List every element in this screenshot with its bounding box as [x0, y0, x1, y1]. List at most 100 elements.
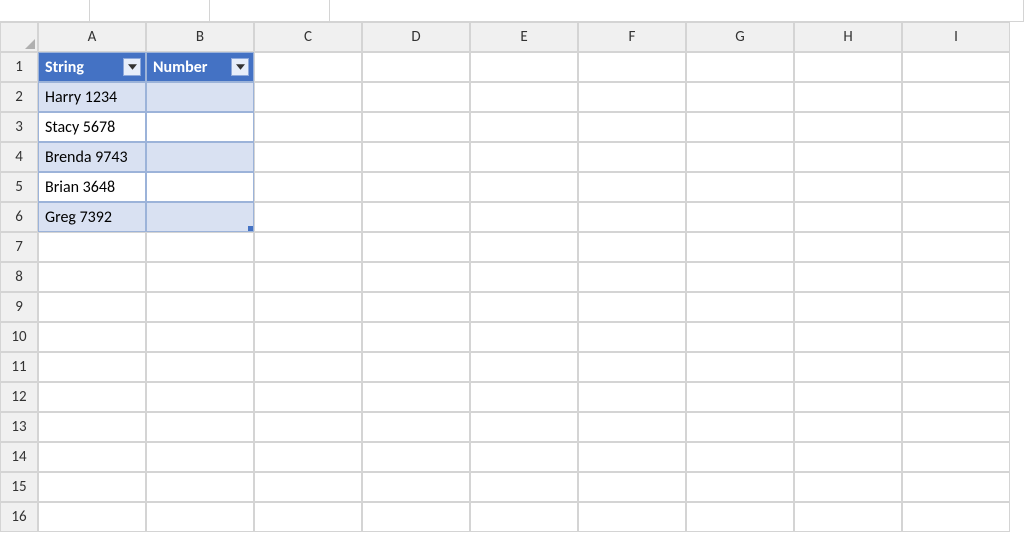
row-header-10[interactable]: 10 [0, 322, 38, 352]
row-header-1[interactable]: 1 [0, 52, 38, 82]
cell-A13[interactable] [38, 412, 146, 442]
cell-I16[interactable] [902, 502, 1010, 532]
cell-B14[interactable] [146, 442, 254, 472]
cell-D7[interactable] [362, 232, 470, 262]
filter-dropdown-icon[interactable] [231, 58, 249, 76]
cell-B13[interactable] [146, 412, 254, 442]
cell-D3[interactable] [362, 112, 470, 142]
cell-F13[interactable] [578, 412, 686, 442]
cell-C2[interactable] [254, 82, 362, 112]
cell-G5[interactable] [686, 172, 794, 202]
cell-I2[interactable] [902, 82, 1010, 112]
cell-F9[interactable] [578, 292, 686, 322]
cell-H5[interactable] [794, 172, 902, 202]
cell-F11[interactable] [578, 352, 686, 382]
cell-A7[interactable] [38, 232, 146, 262]
cell-C8[interactable] [254, 262, 362, 292]
cell-D9[interactable] [362, 292, 470, 322]
cell-E7[interactable] [470, 232, 578, 262]
cell-H7[interactable] [794, 232, 902, 262]
cell-D16[interactable] [362, 502, 470, 532]
cell-H10[interactable] [794, 322, 902, 352]
cell-B5[interactable] [146, 172, 254, 202]
cell-G14[interactable] [686, 442, 794, 472]
cell-E12[interactable] [470, 382, 578, 412]
cell-B8[interactable] [146, 262, 254, 292]
cell-I15[interactable] [902, 472, 1010, 502]
cell-H12[interactable] [794, 382, 902, 412]
filter-dropdown-icon[interactable] [123, 58, 141, 76]
row-header-2[interactable]: 2 [0, 82, 38, 112]
col-header-H[interactable]: H [794, 22, 902, 52]
cell-F5[interactable] [578, 172, 686, 202]
col-header-B[interactable]: B [146, 22, 254, 52]
col-header-C[interactable]: C [254, 22, 362, 52]
cell-D6[interactable] [362, 202, 470, 232]
cell-G2[interactable] [686, 82, 794, 112]
cell-B7[interactable] [146, 232, 254, 262]
cell-A2[interactable]: Harry 1234 [38, 82, 146, 112]
cell-A8[interactable] [38, 262, 146, 292]
cell-I5[interactable] [902, 172, 1010, 202]
cell-E15[interactable] [470, 472, 578, 502]
cell-E13[interactable] [470, 412, 578, 442]
col-header-G[interactable]: G [686, 22, 794, 52]
cell-F3[interactable] [578, 112, 686, 142]
cell-H13[interactable] [794, 412, 902, 442]
row-header-9[interactable]: 9 [0, 292, 38, 322]
cell-F6[interactable] [578, 202, 686, 232]
cell-I8[interactable] [902, 262, 1010, 292]
cell-C5[interactable] [254, 172, 362, 202]
cell-B3[interactable] [146, 112, 254, 142]
cell-D2[interactable] [362, 82, 470, 112]
cell-C1[interactable] [254, 52, 362, 82]
cell-A15[interactable] [38, 472, 146, 502]
table-header-string[interactable]: String [38, 52, 146, 82]
row-header-16[interactable]: 16 [0, 502, 38, 532]
cell-H1[interactable] [794, 52, 902, 82]
row-header-8[interactable]: 8 [0, 262, 38, 292]
cell-E2[interactable] [470, 82, 578, 112]
cell-C12[interactable] [254, 382, 362, 412]
row-header-13[interactable]: 13 [0, 412, 38, 442]
cell-I13[interactable] [902, 412, 1010, 442]
cell-E5[interactable] [470, 172, 578, 202]
cell-A11[interactable] [38, 352, 146, 382]
cell-H14[interactable] [794, 442, 902, 472]
formula-bar[interactable] [0, 0, 1024, 22]
row-header-7[interactable]: 7 [0, 232, 38, 262]
cell-I4[interactable] [902, 142, 1010, 172]
cell-B2[interactable] [146, 82, 254, 112]
cell-E9[interactable] [470, 292, 578, 322]
cell-B15[interactable] [146, 472, 254, 502]
cell-C15[interactable] [254, 472, 362, 502]
cell-D10[interactable] [362, 322, 470, 352]
row-header-14[interactable]: 14 [0, 442, 38, 472]
cell-B4[interactable] [146, 142, 254, 172]
cell-C6[interactable] [254, 202, 362, 232]
spreadsheet-grid[interactable]: A B C D E F G H I 1 String Number 2 Harr… [0, 22, 1024, 532]
cell-A5[interactable]: Brian 3648 [38, 172, 146, 202]
col-header-I[interactable]: I [902, 22, 1010, 52]
cell-F15[interactable] [578, 472, 686, 502]
cell-G8[interactable] [686, 262, 794, 292]
cell-A3[interactable]: Stacy 5678 [38, 112, 146, 142]
cell-F14[interactable] [578, 442, 686, 472]
cell-H8[interactable] [794, 262, 902, 292]
cell-G10[interactable] [686, 322, 794, 352]
cell-C9[interactable] [254, 292, 362, 322]
cell-B11[interactable] [146, 352, 254, 382]
cell-B12[interactable] [146, 382, 254, 412]
cell-C16[interactable] [254, 502, 362, 532]
cell-A6[interactable]: Greg 7392 [38, 202, 146, 232]
cell-E14[interactable] [470, 442, 578, 472]
cell-I12[interactable] [902, 382, 1010, 412]
cell-E6[interactable] [470, 202, 578, 232]
cell-E1[interactable] [470, 52, 578, 82]
table-header-number[interactable]: Number [146, 52, 254, 82]
cell-G9[interactable] [686, 292, 794, 322]
cell-I9[interactable] [902, 292, 1010, 322]
cell-H15[interactable] [794, 472, 902, 502]
cell-G13[interactable] [686, 412, 794, 442]
cell-A9[interactable] [38, 292, 146, 322]
